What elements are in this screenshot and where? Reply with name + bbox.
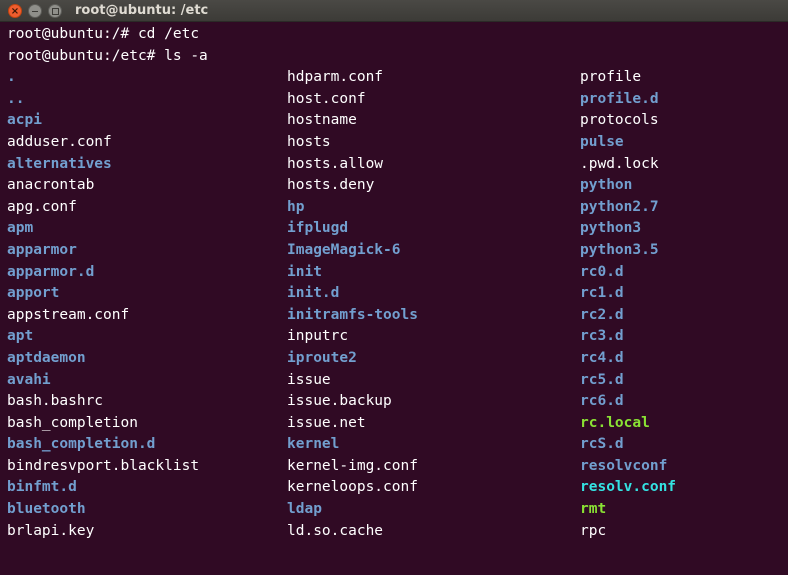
file-entry: hosts.deny (287, 177, 375, 194)
directory-entry: . (7, 69, 16, 86)
directory-entry: pulse (580, 133, 624, 150)
file-entry: inputrc (287, 328, 349, 345)
listing-row: aptdaemon iproute2 rc4.d (7, 348, 788, 370)
directory-entry: rcS.d (580, 436, 624, 453)
directory-entry: ifplugd (287, 220, 349, 237)
directory-entry: python (580, 177, 633, 194)
directory-entry: acpi (7, 112, 42, 129)
listing-row: appstream.conf initramfs-tools rc2.d (7, 305, 788, 327)
directory-entry: bluetooth (7, 501, 86, 518)
directory-entry: python3.5 (580, 241, 659, 258)
listing-row: binfmt.d kerneloops.conf resolv.conf (7, 477, 788, 499)
directory-entry: init (287, 263, 322, 280)
file-entry: bash_completion (7, 414, 138, 431)
file-entry: kernel-img.conf (287, 457, 418, 474)
listing-row: brlapi.key ld.so.cache rpc (7, 521, 788, 543)
file-listing: . hdparm.conf profile.. host.conf profile.d a… (7, 67, 788, 542)
file-entry: hostname (287, 112, 357, 129)
directory-entry: ldap (287, 501, 322, 518)
file-entry: apg.conf (7, 198, 77, 215)
directory-entry: profile.d (580, 90, 659, 107)
terminal-window: × root@ubuntu: /etc root@ubuntu:/# cd /e… (0, 0, 788, 575)
listing-row: . hdparm.conf profile (7, 67, 788, 89)
file-entry: anacrontab (7, 177, 95, 194)
file-entry: protocols (580, 112, 659, 129)
file-entry: kerneloops.conf (287, 479, 418, 496)
listing-row: apm ifplugd python3 (7, 218, 788, 240)
symlink-entry: resolv.conf (580, 479, 677, 496)
listing-row: bash.bashrc issue.backup rc6.d (7, 391, 788, 413)
directory-entry: apparmor.d (7, 263, 95, 280)
directory-entry: binfmt.d (7, 479, 77, 496)
directory-entry: apport (7, 285, 60, 302)
directory-entry: init.d (287, 285, 340, 302)
file-entry: .pwd.lock (580, 155, 659, 172)
executable-entry: rc.local (580, 414, 650, 431)
file-entry: ld.so.cache (287, 522, 384, 539)
directory-entry: rc6.d (580, 393, 624, 410)
directory-entry: resolvconf (580, 457, 668, 474)
file-entry: profile (580, 69, 642, 86)
file-entry: bindresvport.blacklist (7, 457, 200, 474)
directory-entry: rc4.d (580, 349, 624, 366)
listing-row: apparmor ImageMagick-6 python3.5 (7, 240, 788, 262)
directory-entry: aptdaemon (7, 349, 86, 366)
listing-row: bluetooth ldap rmt (7, 499, 788, 521)
file-entry: issue.backup (287, 393, 392, 410)
terminal-output[interactable]: root@ubuntu:/# cd /etc root@ubuntu:/etc#… (0, 22, 788, 575)
directory-entry: rc5.d (580, 371, 624, 388)
command-line: root@ubuntu:/# cd /etc (7, 26, 200, 42)
file-entry: hosts (287, 133, 331, 150)
directory-entry: apm (7, 220, 34, 237)
directory-entry: kernel (287, 436, 340, 453)
listing-row: bash_completion.d kernel rcS.d (7, 434, 788, 456)
listing-row: bindresvport.blacklist kernel-img.conf res… (7, 456, 788, 478)
title-bar[interactable]: × root@ubuntu: /etc (0, 0, 788, 22)
directory-entry: avahi (7, 371, 51, 388)
command-line: root@ubuntu:/etc# ls -a (7, 47, 208, 64)
listing-row: adduser.conf hosts pulse (7, 132, 788, 154)
file-entry: issue.net (287, 414, 366, 431)
listing-row: apg.conf hp python2.7 (7, 197, 788, 219)
directory-entry: rc3.d (580, 328, 624, 345)
file-entry: bash.bashrc (7, 393, 104, 410)
listing-row: anacrontab hosts.deny python (7, 175, 788, 197)
listing-row: apt inputrc rc3.d (7, 326, 788, 348)
listing-row: acpi hostname protocols (7, 110, 788, 132)
file-entry: brlapi.key (7, 522, 95, 539)
executable-entry: rmt (580, 501, 607, 518)
file-entry: host.conf (287, 90, 366, 107)
directory-entry: ImageMagick-6 (287, 241, 401, 258)
directory-entry: iproute2 (287, 349, 357, 366)
window-title: root@ubuntu: /etc (75, 3, 209, 18)
directory-entry: bash_completion.d (7, 436, 156, 453)
listing-row: alternatives hosts.allow .pwd.lock (7, 154, 788, 176)
minimize-icon[interactable] (28, 4, 42, 18)
listing-row: .. host.conf profile.d (7, 89, 788, 111)
directory-entry: .. (7, 90, 25, 107)
directory-entry: initramfs-tools (287, 306, 418, 323)
file-entry: issue (287, 371, 331, 388)
directory-entry: rc0.d (580, 263, 624, 280)
close-icon[interactable]: × (8, 4, 22, 18)
listing-row: apparmor.d init rc0.d (7, 262, 788, 284)
file-entry: appstream.conf (7, 306, 130, 323)
directory-entry: rc1.d (580, 285, 624, 302)
directory-entry: hp (287, 198, 305, 215)
directory-entry: python3 (580, 220, 642, 237)
file-entry: adduser.conf (7, 133, 112, 150)
directory-entry: apt (7, 328, 34, 345)
directory-entry: rc2.d (580, 306, 624, 323)
directory-entry: python2.7 (580, 198, 659, 215)
listing-row: bash_completion issue.net rc.local (7, 413, 788, 435)
listing-row: avahi issue rc5.d (7, 370, 788, 392)
directory-entry: apparmor (7, 241, 77, 258)
file-entry: rpc (580, 522, 607, 539)
file-entry: hosts.allow (287, 155, 384, 172)
directory-entry: alternatives (7, 155, 112, 172)
maximize-icon[interactable] (48, 4, 62, 18)
file-entry: hdparm.conf (287, 69, 384, 86)
listing-row: apport init.d rc1.d (7, 283, 788, 305)
